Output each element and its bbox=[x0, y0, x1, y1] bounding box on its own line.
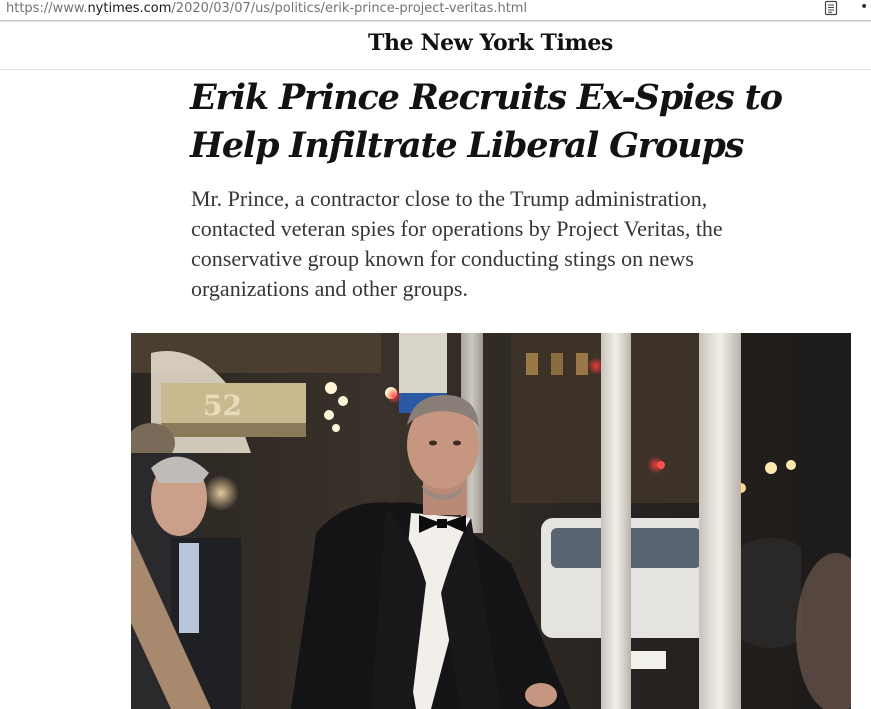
masthead: The New York Times bbox=[0, 21, 871, 70]
url-path: /2020/03/07/us/politics/erik-prince-proj… bbox=[171, 1, 528, 16]
reader-view-icon[interactable] bbox=[823, 0, 839, 16]
browser-address-bar[interactable]: https://www.nytimes.com/2020/03/07/us/po… bbox=[0, 0, 871, 21]
more-icon[interactable]: • bbox=[860, 0, 871, 16]
nyt-logo[interactable]: The New York Times bbox=[0, 30, 871, 56]
url-prefix: https://www. bbox=[6, 1, 88, 16]
building-number: 52 bbox=[203, 389, 242, 422]
url-host: nytimes.com bbox=[87, 1, 172, 16]
url-text[interactable]: https://www.nytimes.com/2020/03/07/us/po… bbox=[6, 0, 527, 20]
lead-photo: 52 bbox=[131, 333, 851, 709]
article-summary: Mr. Prince, a contractor close to the Tr… bbox=[191, 186, 723, 301]
article-headline: Erik Prince Recruits Ex-Spies to Help In… bbox=[190, 77, 783, 166]
